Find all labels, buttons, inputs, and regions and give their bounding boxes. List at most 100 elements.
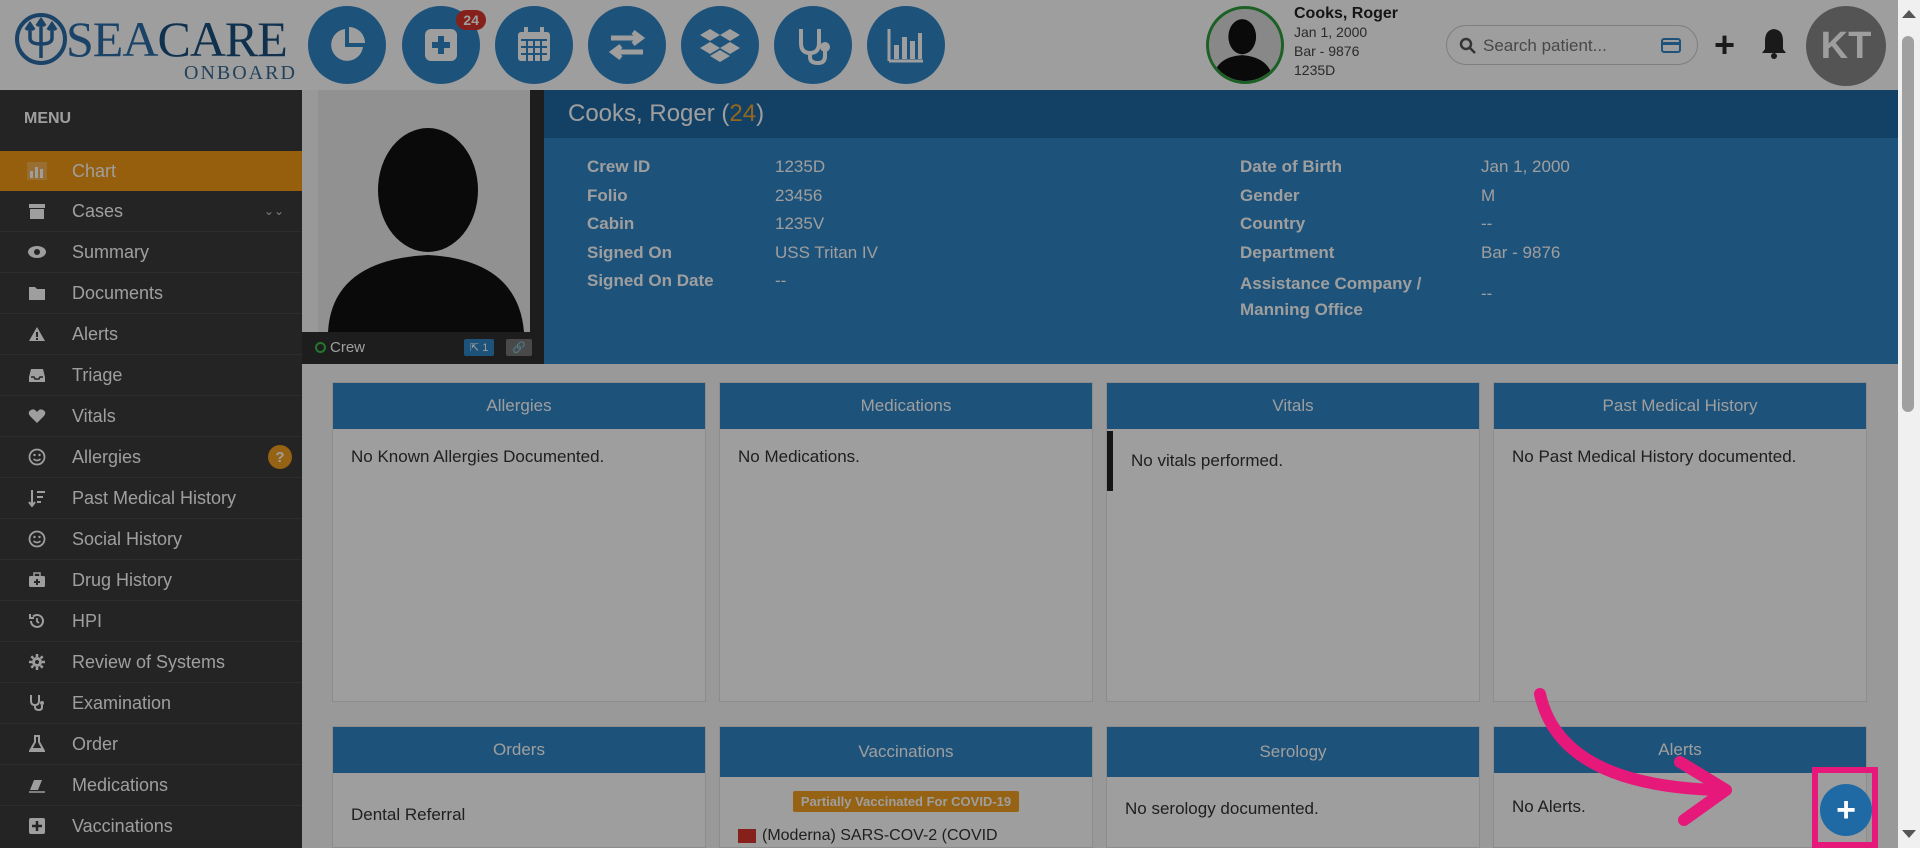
past-medical-history-card: Past Medical History No Past Medical His… bbox=[1493, 382, 1867, 702]
sidebar-item-drug-history[interactable]: Drug History bbox=[0, 560, 302, 600]
sidebar-item-label: Review of Systems bbox=[72, 651, 226, 672]
card-title[interactable]: Vaccinations bbox=[720, 727, 1092, 777]
dashboard-button[interactable] bbox=[308, 6, 386, 84]
sidebar-item-cases[interactable]: Cases ⌄⌄ bbox=[0, 191, 302, 231]
photo-count-button[interactable]: ⇱ 1 bbox=[464, 339, 495, 356]
field-dob: Date of Birth bbox=[1240, 157, 1342, 176]
reports-button[interactable] bbox=[867, 6, 945, 84]
current-patient-info[interactable]: Cooks, Roger Jan 1, 2000 Bar - 9876 1235… bbox=[1294, 4, 1398, 80]
card-title[interactable]: Serology bbox=[1107, 727, 1479, 777]
sidebar-item-medications[interactable]: Medications bbox=[0, 765, 302, 805]
value-crew-id: 1235D bbox=[775, 157, 826, 176]
vaccination-entry[interactable]: (Moderna) SARS-COV-2 (COVID bbox=[738, 827, 998, 845]
search-icon bbox=[1459, 37, 1476, 54]
link-icon[interactable]: 🔗 bbox=[506, 339, 532, 356]
transfer-button[interactable] bbox=[588, 6, 666, 84]
card-body: No Past Medical History documented. bbox=[1512, 447, 1797, 466]
sidebar-item-label: Examination bbox=[72, 692, 172, 713]
scroll-thumb[interactable] bbox=[1902, 36, 1914, 412]
notification-badge: 24 bbox=[456, 10, 486, 30]
dropbox-icon bbox=[700, 29, 740, 62]
card-body: Dental Referral bbox=[351, 805, 466, 824]
heart-icon bbox=[26, 405, 48, 427]
person-silhouette-icon bbox=[1212, 19, 1274, 81]
sidebar-item-order[interactable]: Order bbox=[0, 724, 302, 764]
medications-card: Medications No Medications. bbox=[719, 382, 1093, 702]
dropbox-button[interactable] bbox=[681, 6, 759, 84]
field-country: Country bbox=[1240, 214, 1306, 233]
sidebar-item-alerts[interactable]: Alerts bbox=[0, 314, 302, 354]
field-gender: Gender bbox=[1240, 186, 1300, 205]
status-dot-icon bbox=[315, 342, 326, 353]
medical-plus-icon bbox=[425, 29, 457, 61]
field-folio: Folio bbox=[587, 186, 628, 205]
scroll-up-arrow-icon[interactable] bbox=[1902, 10, 1916, 18]
patient-photo[interactable] bbox=[318, 90, 530, 332]
patient-age: 24 bbox=[729, 100, 757, 127]
scroll-down-arrow-icon[interactable] bbox=[1902, 830, 1916, 838]
add-floating-button[interactable]: + bbox=[1820, 784, 1872, 836]
sidebar-item-chart[interactable]: Chart bbox=[0, 151, 302, 191]
logo-subtitle: ONBOARD bbox=[184, 62, 297, 84]
sidebar-item-triage[interactable]: Triage bbox=[0, 355, 302, 395]
current-patient-avatar[interactable] bbox=[1206, 6, 1284, 84]
value-dob: Jan 1, 2000 bbox=[1481, 157, 1570, 176]
sidebar-item-social-history[interactable]: Social History bbox=[0, 519, 302, 559]
inbox-icon bbox=[26, 364, 48, 386]
photo-count: 1 bbox=[482, 342, 489, 354]
search-input[interactable] bbox=[1483, 34, 1653, 58]
card-title[interactable]: Medications bbox=[720, 383, 1092, 429]
bar-chart-icon bbox=[26, 160, 48, 182]
top-bar: SEACARE ONBOARD 24 Cooks, Roger Jan 1, 2… bbox=[0, 0, 1920, 90]
person-silhouette-icon bbox=[328, 128, 524, 332]
patient-title: Cooks, Roger (24) bbox=[568, 100, 765, 127]
transfer-arrows-icon bbox=[608, 30, 646, 60]
sort-icon bbox=[26, 487, 48, 509]
sidebar-item-label: HPI bbox=[72, 610, 103, 631]
help-icon[interactable]: ? bbox=[268, 445, 292, 469]
sidebar-item-summary[interactable]: Summary bbox=[0, 232, 302, 272]
sidebar-item-review-of-systems[interactable]: Review of Systems bbox=[0, 642, 302, 682]
seacare-logo[interactable]: SEACARE ONBOARD bbox=[14, 10, 295, 84]
sidebar-item-label: Alerts bbox=[72, 323, 119, 344]
patient-search[interactable] bbox=[1446, 25, 1698, 65]
current-patient-crew-id: 1235D bbox=[1294, 62, 1336, 78]
sidebar-item-vaccinations[interactable]: Vaccinations bbox=[0, 806, 302, 846]
page-scrollbar[interactable] bbox=[1898, 0, 1920, 848]
card-title[interactable]: Past Medical History bbox=[1494, 383, 1866, 429]
pointer-arrow-icon bbox=[1534, 688, 1732, 826]
sidebar-item-allergies[interactable]: Allergies ? bbox=[0, 437, 302, 477]
calendar-button[interactable] bbox=[495, 6, 573, 84]
card-title[interactable]: Allergies bbox=[333, 383, 705, 429]
card-title[interactable]: Vitals bbox=[1107, 383, 1479, 429]
new-case-button[interactable]: 24 bbox=[402, 6, 486, 84]
sidebar-item-hpi[interactable]: HPI bbox=[0, 601, 302, 641]
field-signed-on: Signed On bbox=[587, 243, 672, 262]
user-avatar[interactable]: KT bbox=[1806, 6, 1886, 86]
card-body: No Known Allergies Documented. bbox=[351, 447, 605, 466]
sidebar-item-label: Medications bbox=[72, 774, 169, 795]
bell-icon[interactable] bbox=[1760, 27, 1788, 59]
sidebar-item-label: Vitals bbox=[72, 405, 116, 426]
id-card-icon[interactable] bbox=[1661, 38, 1681, 53]
vaccination-status-tag: Partially Vaccinated For COVID-19 bbox=[792, 791, 1020, 812]
chevron-down-icon[interactable]: ⌄⌄ bbox=[264, 204, 284, 218]
sidebar-item-documents[interactable]: Documents bbox=[0, 273, 302, 313]
smile-icon bbox=[26, 528, 48, 550]
field-assistance-company: Assistance Company / Manning Office bbox=[1240, 274, 1422, 319]
sidebar-item-examination[interactable]: Examination bbox=[0, 683, 302, 723]
sidebar: MENU Chart Cases ⌄⌄ Summary Documents Al… bbox=[0, 90, 302, 848]
sidebar-item-vitals[interactable]: Vitals bbox=[0, 396, 302, 436]
serology-card: Serology No serology documented. bbox=[1106, 726, 1480, 848]
add-icon[interactable]: + bbox=[1714, 27, 1735, 63]
sidebar-item-past-medical-history[interactable]: Past Medical History bbox=[0, 478, 302, 518]
card-body: No Medications. bbox=[738, 447, 860, 466]
card-title[interactable]: Orders bbox=[333, 727, 705, 773]
smile-icon bbox=[26, 446, 48, 468]
value-country: -- bbox=[1481, 214, 1493, 233]
patient-info-panel: Crew ID 1235D Folio 23456 Cabin 1235V Si… bbox=[544, 138, 1898, 364]
gear-icon bbox=[26, 651, 48, 673]
examination-button[interactable] bbox=[774, 6, 852, 84]
value-signed-on: USS Tritan IV bbox=[775, 243, 878, 262]
sidebar-item-label: Drug History bbox=[72, 569, 173, 590]
